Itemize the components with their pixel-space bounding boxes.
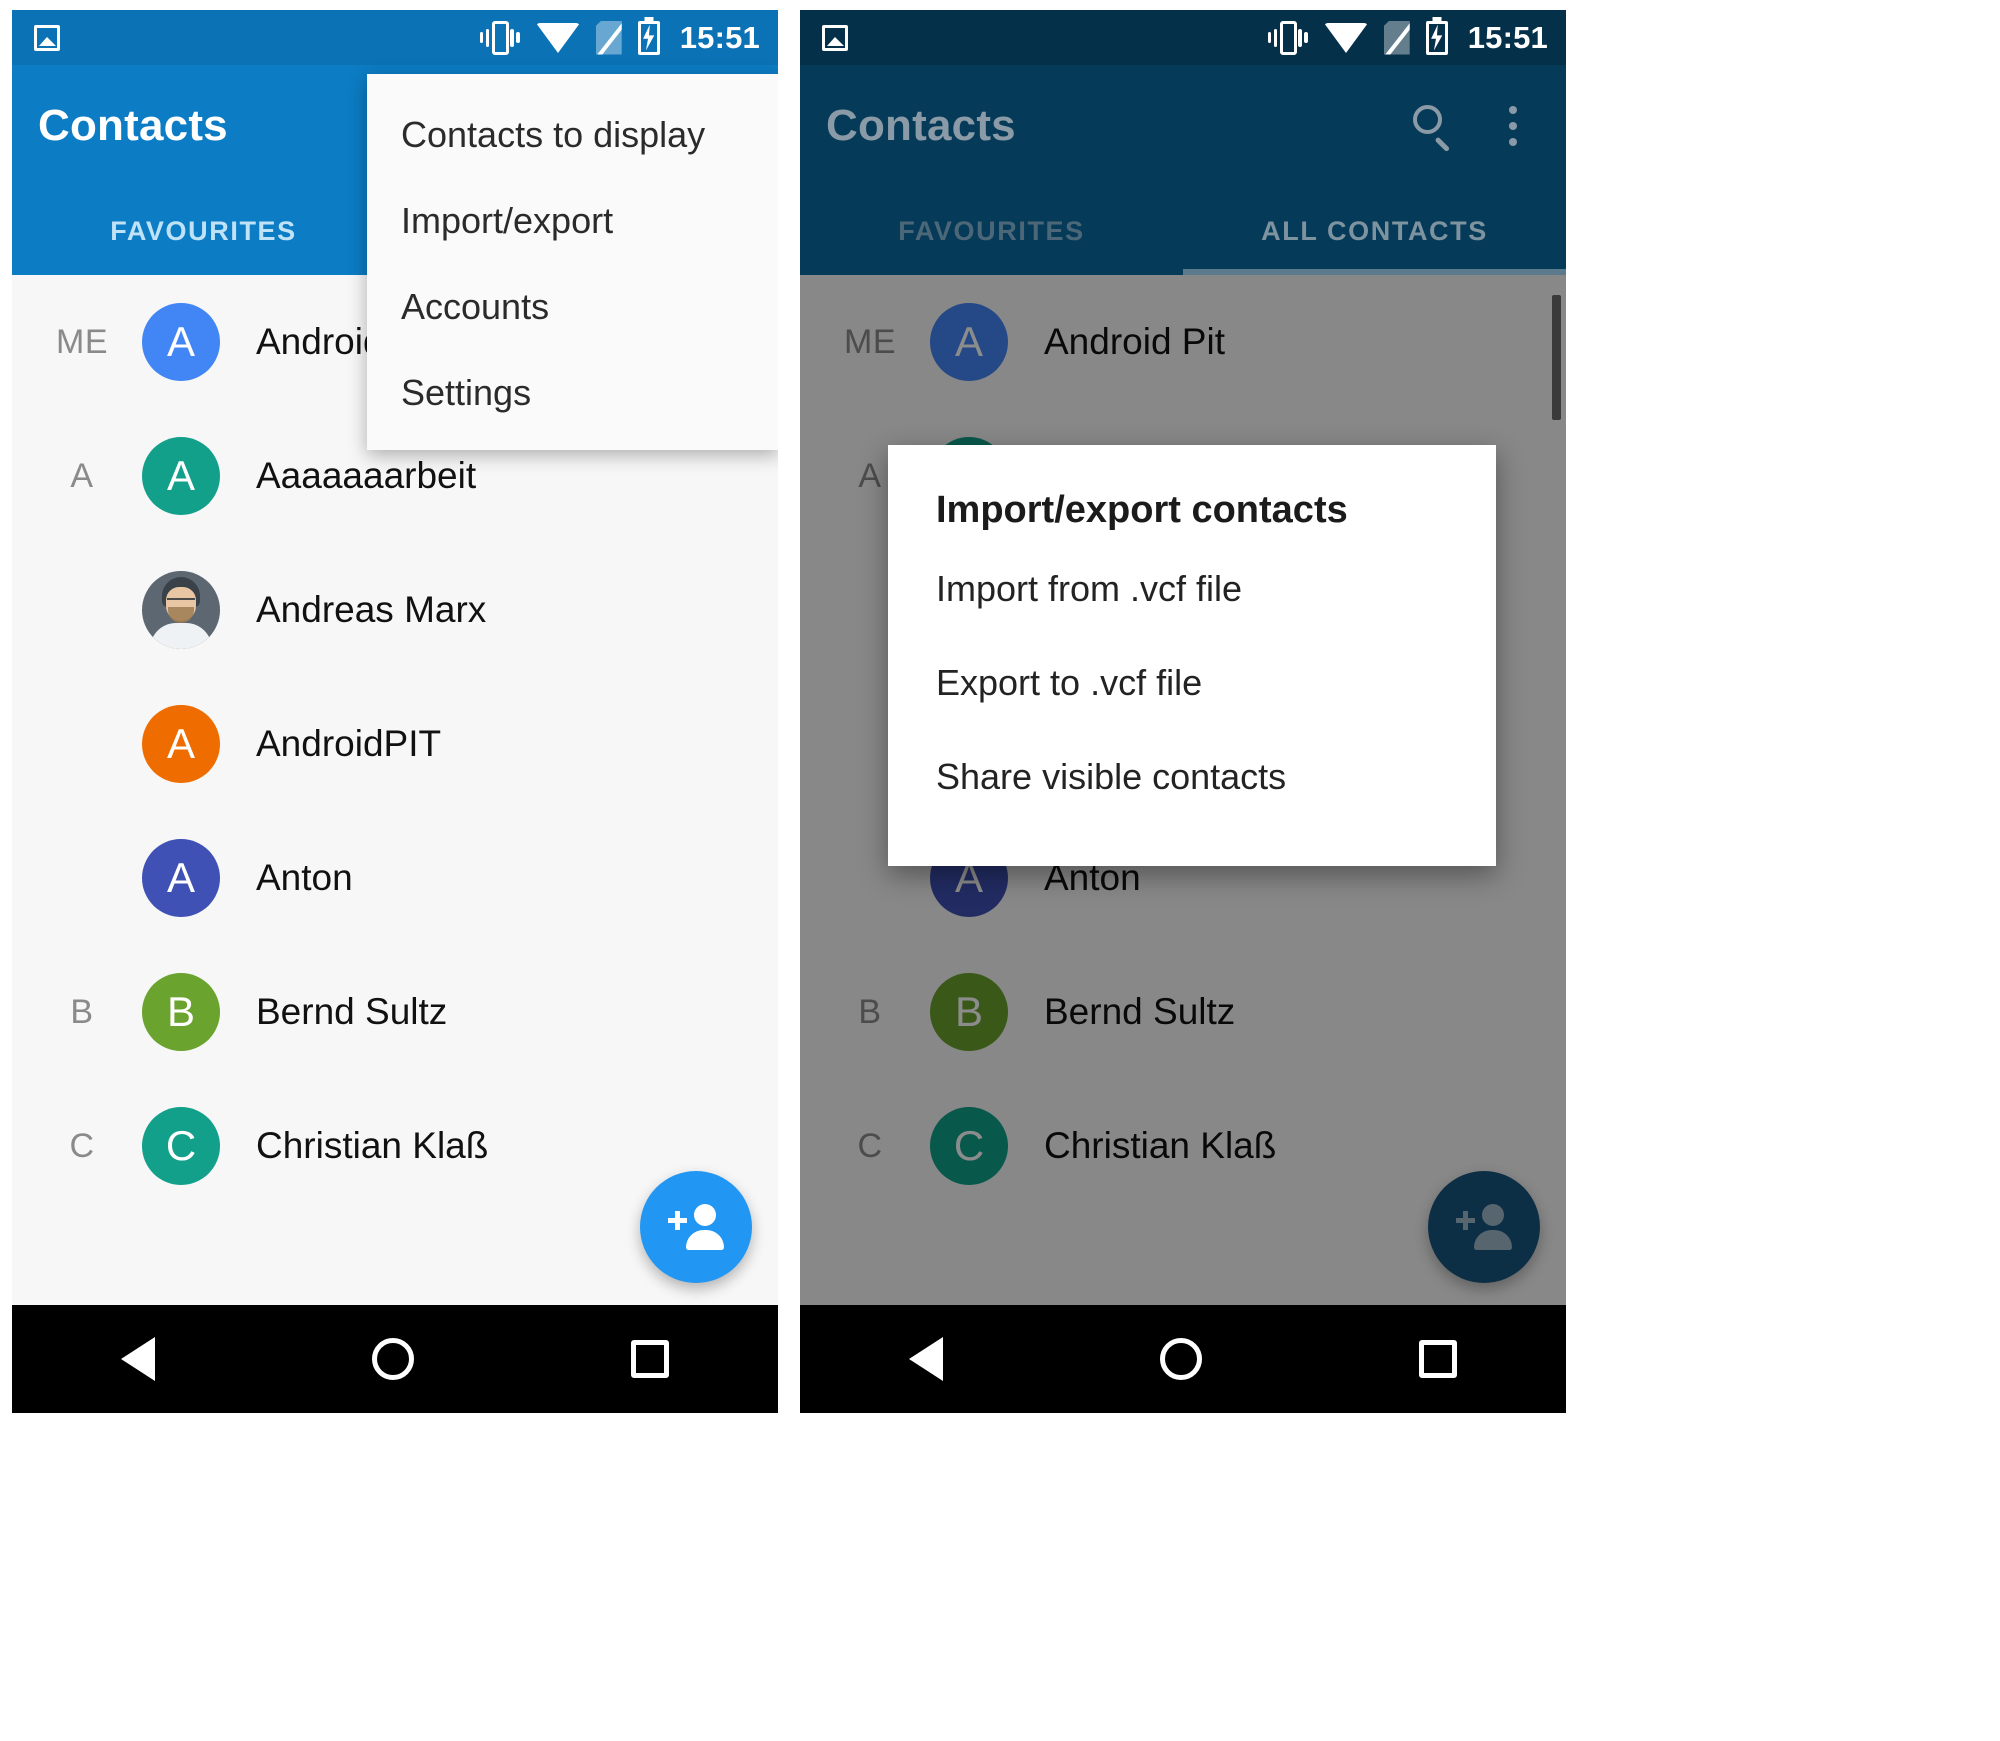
recents-icon[interactable] (631, 1340, 670, 1378)
vibrate-icon (479, 20, 520, 55)
menu-item-settings[interactable]: Settings (367, 350, 778, 436)
avatar-initial: A (166, 318, 195, 365)
list-index-label: A (70, 456, 94, 495)
battery-charging-icon (637, 20, 660, 55)
status-bar-clock: 15:51 (1467, 19, 1548, 55)
contact-name: AndroidPIT (256, 723, 442, 764)
list-item[interactable]: Andreas Marx (12, 543, 778, 677)
navigation-bar-left (12, 1305, 778, 1413)
home-icon[interactable] (371, 1338, 414, 1380)
dialog-title: Import/export contacts (936, 489, 1348, 531)
avatar: A (142, 437, 220, 515)
tab-bar-right: FAVOURITES ALL CONTACTS (800, 187, 1566, 275)
avatar-initial: C (165, 1122, 197, 1169)
list-item[interactable]: A AndroidPIT (12, 677, 778, 811)
dialog-item-import-vcf[interactable]: Import from .vcf file (888, 542, 1496, 636)
status-bar-right-icons: 15:51 (1267, 19, 1548, 56)
app-bar-actions (1412, 104, 1540, 152)
list-index-label: B (70, 992, 94, 1031)
contact-name: Christian Klaß (256, 1125, 489, 1166)
back-icon[interactable] (120, 1337, 155, 1381)
menu-item-contacts-to-display[interactable]: Contacts to display (367, 92, 778, 178)
sim-off-icon (1383, 20, 1410, 55)
contact-name: Andreas Marx (256, 589, 487, 630)
menu-item-import-export[interactable]: Import/export (367, 178, 778, 264)
contact-name: Bernd Sultz (256, 991, 448, 1032)
page-title: Contacts (826, 101, 1016, 150)
right-phone-screenshot: 15:51 Contacts FAVOURITES ALL CONTACTS M… (800, 10, 1566, 1723)
avatar: B (142, 973, 220, 1051)
list-index-label: ME (56, 322, 108, 361)
screenshot-stage: 15:51 Contacts FAVOURITES ALL CONTACTS M… (0, 0, 2000, 1741)
avatar-initial: A (166, 452, 195, 499)
menu-item-accounts[interactable]: Accounts (367, 264, 778, 350)
back-icon[interactable] (908, 1337, 943, 1381)
add-person-icon (668, 1204, 724, 1250)
import-export-dialog[interactable]: Import/export contacts Import from .vcf … (888, 445, 1496, 866)
avatar: A (142, 839, 220, 917)
status-bar-right-icons: 15:51 (479, 19, 760, 56)
avatar: A (142, 705, 220, 783)
app-bar-right: Contacts FAVOURITES ALL CONTACTS (800, 65, 1566, 275)
contact-name: Anton (256, 857, 353, 898)
status-bar-left-icons (822, 24, 848, 51)
status-bar-right: 15:51 (800, 10, 1566, 65)
list-index-label: C (69, 1126, 95, 1165)
list-item[interactable]: A Anton (12, 811, 778, 945)
dialog-item-export-vcf[interactable]: Export to .vcf file (888, 636, 1496, 730)
dialog-item-share-visible[interactable]: Share visible contacts (888, 730, 1496, 824)
status-bar-left-icons (34, 24, 60, 51)
avatar-initial: A (166, 854, 195, 901)
status-bar-left: 15:51 (12, 10, 778, 65)
tab-all-contacts[interactable]: ALL CONTACTS (1183, 187, 1566, 275)
search-icon[interactable] (1412, 104, 1456, 152)
avatar-initial: B (166, 988, 195, 1035)
status-bar-clock: 15:51 (679, 19, 760, 55)
contact-name: Aaaaaaarbeit (256, 455, 477, 496)
avatar-photo (142, 571, 220, 649)
vibrate-icon (1267, 20, 1308, 55)
tab-favourites[interactable]: FAVOURITES (800, 187, 1183, 275)
wifi-icon (1323, 22, 1368, 53)
page-title: Contacts (38, 101, 228, 150)
tab-favourites[interactable]: FAVOURITES (12, 187, 395, 275)
overflow-menu-left[interactable]: Contacts to display Import/export Accoun… (367, 74, 778, 450)
avatar-initial: A (166, 720, 195, 767)
recents-icon[interactable] (1419, 1340, 1458, 1378)
more-vertical-icon[interactable] (1498, 106, 1528, 146)
list-item[interactable]: B B Bernd Sultz (12, 945, 778, 1079)
left-phone-screenshot: 15:51 Contacts FAVOURITES ALL CONTACTS M… (12, 10, 778, 1723)
add-contact-fab[interactable] (640, 1171, 752, 1283)
photo-icon (822, 24, 848, 51)
wifi-icon (535, 22, 580, 53)
avatar: C (142, 1107, 220, 1185)
home-icon[interactable] (1159, 1338, 1202, 1380)
sim-off-icon (595, 20, 622, 55)
app-bar-top-right: Contacts (800, 65, 1566, 187)
battery-charging-icon (1425, 20, 1448, 55)
navigation-bar-right (800, 1305, 1566, 1413)
list-scrollbar[interactable] (1552, 295, 1561, 420)
avatar: A (142, 303, 220, 381)
photo-icon (34, 24, 60, 51)
